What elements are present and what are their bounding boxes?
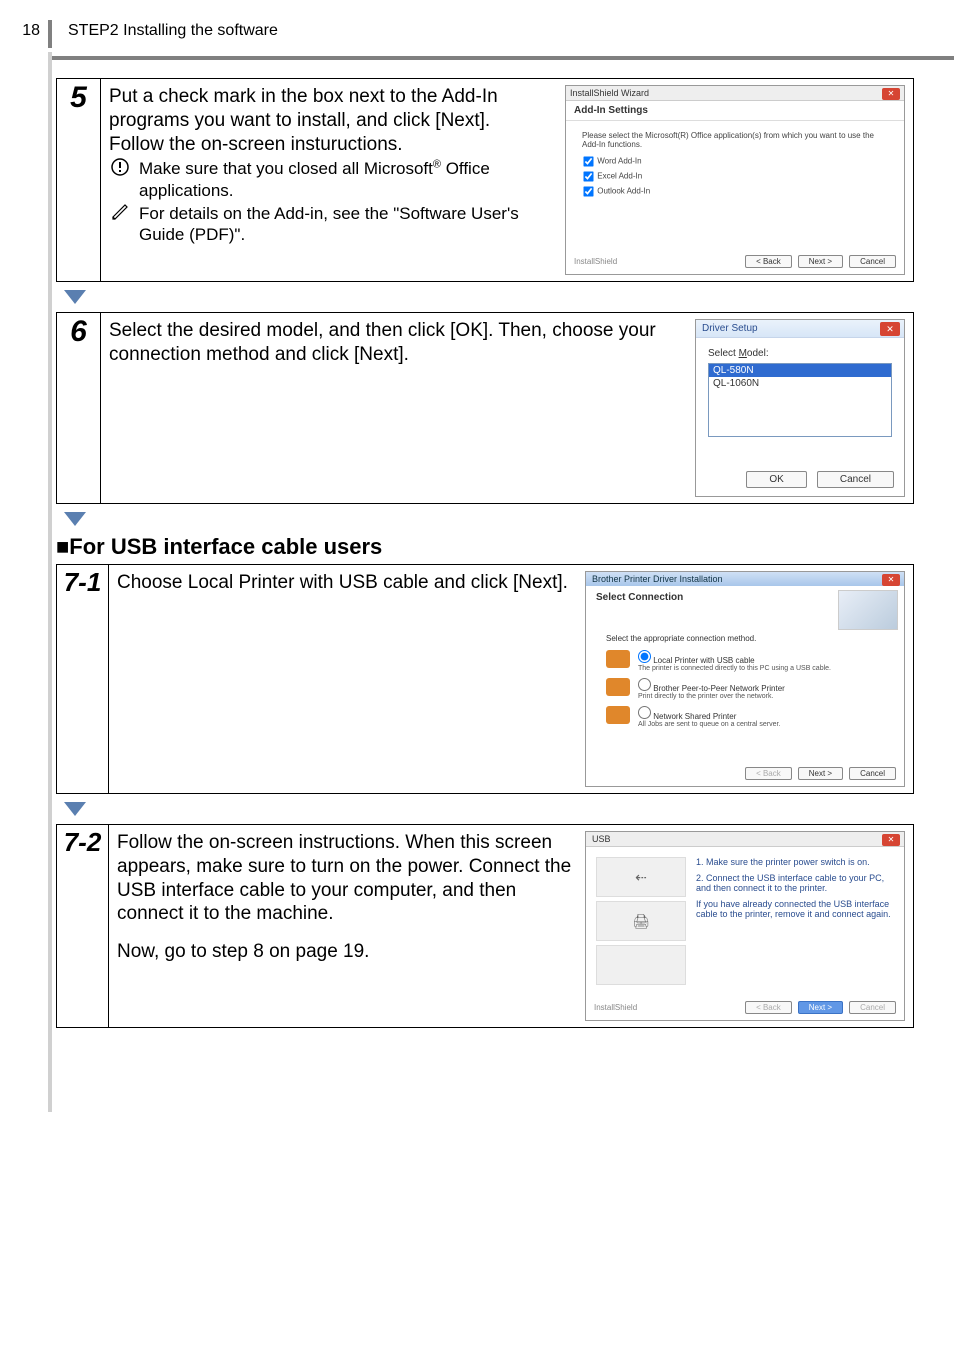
shared-printer-radio[interactable] [638,706,651,719]
s71-title: Brother Printer Driver Installation [592,574,723,584]
next-button[interactable]: Next > [798,767,843,780]
outlook-addin-checkbox[interactable] [583,186,593,196]
step-7-2-line2: Now, go to step 8 on page 19. [117,940,573,964]
step-7-2-row: 7-2 Follow the on-screen instructions. W… [56,824,914,1028]
step-6-line1: Select the desired model, and then click… [109,319,683,367]
side-guide-bar [48,52,52,1112]
screenshot-select-connection: Brother Printer Driver Installation ✕ Sel… [585,571,905,787]
s6-label: Select Model: [696,338,904,363]
word-addin-checkbox[interactable] [583,156,593,166]
step-5-text: Put a check mark in the box next to the … [109,85,553,275]
step-7-2-line1: Follow the on-screen instructions. When … [117,831,573,926]
screenshot-driver-setup: Driver Setup ✕ Select Model: QL-580N QL-1… [695,319,905,497]
down-arrow-icon [62,800,914,818]
printer-icon [596,945,686,985]
opt-shared-sub: All Jobs are sent to queue on a central … [638,721,780,728]
next-button[interactable]: Next > [798,1001,843,1014]
model-ql580n[interactable]: QL-580N [709,364,891,377]
close-icon[interactable]: ✕ [882,834,900,846]
header-title: STEP2 Installing the software [68,20,278,40]
step-5-number: 5 [57,79,101,281]
cancel-button: Cancel [849,1001,896,1014]
cancel-button[interactable]: Cancel [849,767,896,780]
step-6-row: 6 Select the desired model, and then cli… [56,312,914,504]
next-button[interactable]: Next > [798,255,843,268]
opt-local-sub: The printer is connected directly to thi… [638,665,831,672]
close-icon[interactable]: ✕ [880,322,900,336]
s6-title: Driver Setup [702,323,758,334]
back-button: < Back [745,1001,792,1014]
step-7-1-text: Choose Local Printer with USB cable and … [117,571,573,787]
model-list[interactable]: QL-580N QL-1060N [708,363,892,437]
installshield-brand: InstallShield [574,257,617,266]
close-icon[interactable]: ✕ [882,88,900,100]
step-5-note1: Make sure that you closed all Microsoft®… [139,158,553,201]
back-button[interactable]: < Back [745,255,792,268]
local-printer-radio[interactable] [638,650,651,663]
step-6-text: Select the desired model, and then click… [109,319,683,497]
step-5-note2: For details on the Add-in, see the "Soft… [139,203,553,246]
back-button: < Back [745,767,792,780]
banner-image [838,590,898,630]
model-ql1060n[interactable]: QL-1060N [709,377,891,390]
page-header: 18 STEP2 Installing the software [0,0,954,48]
p2p-printer-radio[interactable] [638,678,651,691]
down-arrow-icon [62,288,914,306]
caution-icon [109,158,131,201]
s72-t1: 1. Make sure the printer power switch is… [696,857,894,867]
installshield-brand: InstallShield [594,1003,637,1012]
s72-t3: If you have already connected the USB in… [696,899,894,919]
note-icon [109,203,131,246]
opt-local: Local Printer with USB cable [653,656,754,665]
step-7-2-text: Follow the on-screen instructions. When … [117,831,573,1021]
connection-icon [606,706,630,724]
opt-shared: Network Shared Printer [653,712,736,721]
step-5-line2: Follow the on-screen instuructions. [109,133,553,157]
opt-p2p-sub: Print directly to the printer over the n… [638,693,785,700]
word-addin-label: Word Add-In [597,157,641,166]
s5-title: InstallShield Wizard [570,88,649,98]
step-6-number: 6 [57,313,101,503]
cancel-button[interactable]: Cancel [849,255,896,268]
step-7-1-number: 7-1 [57,565,109,793]
step-7-2-number: 7-2 [57,825,109,1027]
close-icon[interactable]: ✕ [882,574,900,586]
s72-title: USB [592,834,611,844]
step-5-row: 5 Put a check mark in the box next to th… [56,78,914,282]
step-5-line1: Put a check mark in the box next to the … [109,85,553,133]
connection-icon [606,650,630,668]
s5-heading: Add-In Settings [566,101,904,121]
step-7-1-row: 7-1 Choose Local Printer with USB cable … [56,564,914,794]
header-separator [48,20,52,48]
connection-icon [606,678,630,696]
usb-cable-icon: ⇠ [596,857,686,897]
s72-t2: 2. Connect the USB interface cable to yo… [696,873,894,893]
step-7-1-line1: Choose Local Printer with USB cable and … [117,571,573,595]
cancel-button[interactable]: Cancel [817,471,894,488]
usb-section-heading: ■For USB interface cable users [56,534,914,560]
s5-prompt: Please select the Microsoft(R) Office ap… [582,131,888,149]
ok-button[interactable]: OK [746,471,806,488]
screenshot-usb-connect: USB ✕ ⇠ 🖨 1. Make sure the printer power … [585,831,905,1021]
excel-addin-checkbox[interactable] [583,171,593,181]
page-number: 18 [0,20,48,40]
screenshot-addin-settings: InstallShield Wizard ✕ Add-In Settings Pl… [565,85,905,275]
usb-illustrations: ⇠ 🖨 [596,857,686,989]
excel-addin-label: Excel Add-In [597,172,642,181]
s71-prompt: Select the appropriate connection method… [586,634,904,647]
outlook-addin-label: Outlook Add-In [597,187,650,196]
pc-printer-icon: 🖨 [596,901,686,941]
opt-p2p: Brother Peer-to-Peer Network Printer [653,684,785,693]
down-arrow-icon [62,510,914,528]
s71-heading: Select Connection [586,586,693,609]
